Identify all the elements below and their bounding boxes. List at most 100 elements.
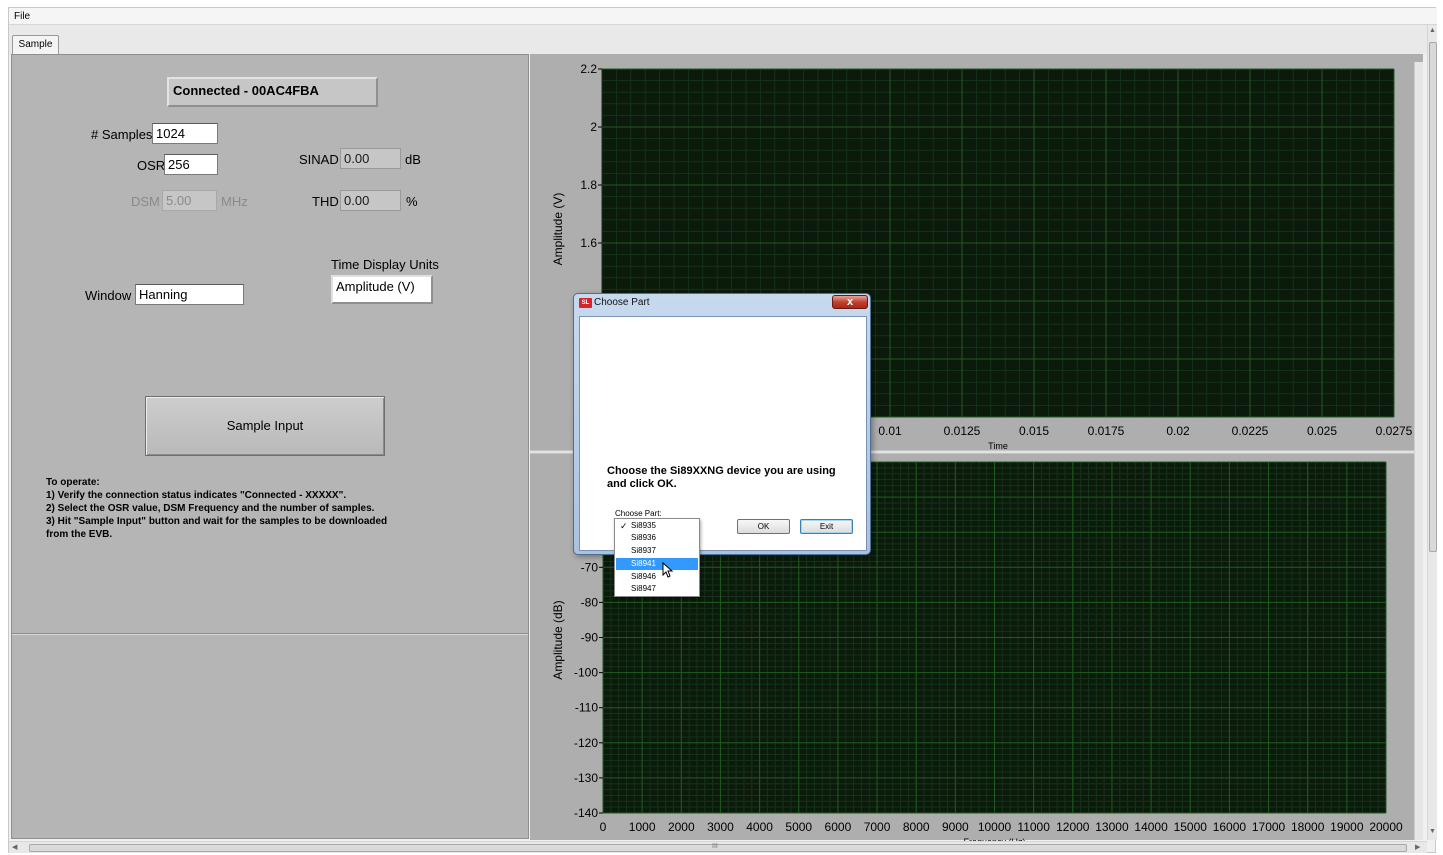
x-tick-label: 14000 [1134, 820, 1168, 834]
x-tick-label: 10000 [978, 820, 1012, 834]
sinad-label: SINAD [299, 152, 339, 167]
x-tick-label: 20000 [1369, 820, 1403, 834]
part-dropdown-list: ✓ Si8935 Si8936 Si8937 Si8941 Si8946 Si89… [614, 518, 700, 597]
x-tick-label: 0.0125 [944, 424, 981, 438]
x-tick-label: 2000 [668, 820, 695, 834]
silabs-logo-icon: SL [579, 298, 592, 308]
x-tick-label: 17000 [1252, 820, 1286, 834]
y-tick-label: -130 [574, 771, 598, 785]
dialog-message: Choose the Si89XXNG device you are using… [607, 465, 836, 490]
samples-label: # Samples [91, 127, 153, 142]
dialog-title: Choose Part [594, 297, 650, 308]
osr-label: OSR [137, 158, 166, 173]
scroll-up-icon[interactable]: ▲ [1429, 27, 1436, 34]
y-tick-label: -120 [574, 736, 598, 750]
time-units-label: Time Display Units [331, 257, 439, 272]
y-axis-label: Amplitude (V) [551, 193, 565, 266]
y-axis-label: Amplitude (dB) [551, 600, 565, 679]
check-icon: ✓ [620, 521, 628, 531]
x-tick-label: 8000 [903, 820, 930, 834]
sample-input-button[interactable]: Sample Input [145, 396, 385, 456]
x-tick-label: 0 [600, 820, 607, 834]
y-tick-label: 1.8 [580, 178, 597, 192]
time-units-select[interactable]: Amplitude (V) [331, 275, 433, 304]
y-tick-label: 2 [590, 120, 597, 134]
menu-file[interactable]: File [14, 11, 30, 22]
x-tick-label: 0.015 [1019, 424, 1049, 438]
instructions: To operate: 1) Verify the connection sta… [46, 476, 446, 541]
x-tick-label: 5000 [785, 820, 812, 834]
osr-input[interactable]: 256 [164, 154, 218, 175]
dialog-body: Choose the Si89XXNG device you are using… [579, 316, 867, 551]
window-select[interactable]: Hanning [135, 284, 244, 305]
graph-scrollbar[interactable] [1414, 62, 1423, 840]
x-tick-label: 19000 [1330, 820, 1364, 834]
part-option[interactable]: Si8946 [616, 571, 698, 583]
scroll-left-icon[interactable]: ◀ [12, 843, 17, 851]
instructions-line: 1) Verify the connection status indicate… [46, 490, 347, 501]
y-tick-label: -110 [575, 701, 598, 715]
x-tick-label: 13000 [1095, 820, 1129, 834]
horizontal-scrollbar[interactable]: ◀ III ▶ [9, 841, 1427, 853]
x-tick-label: 0.0275 [1376, 424, 1413, 438]
x-tick-label: 4000 [746, 820, 773, 834]
y-tick-label: -140 [574, 806, 598, 820]
part-option[interactable]: Si8947 [616, 583, 698, 595]
x-tick-label: 1000 [629, 820, 656, 834]
panel-divider [12, 633, 528, 635]
instructions-line: To operate: [46, 477, 100, 488]
thd-value: 0.00 [340, 190, 401, 211]
ok-button[interactable]: OK [737, 519, 790, 534]
menu-bar: File [9, 8, 1437, 25]
x-tick-label: 12000 [1056, 820, 1090, 834]
dsm-input: 5.00 [162, 190, 217, 211]
x-tick-label: 0.01 [878, 424, 902, 438]
x-tick-label: 3000 [707, 820, 734, 834]
exit-button[interactable]: Exit [800, 519, 853, 534]
x-tick-label: 16000 [1213, 820, 1247, 834]
connection-status: Connected - 00AC4FBA [167, 77, 378, 107]
y-tick-label: 1.6 [580, 236, 597, 250]
x-tick-label: 15000 [1174, 820, 1208, 834]
x-tick-label: 6000 [825, 820, 852, 834]
x-tick-label: 7000 [864, 820, 891, 834]
mouse-cursor-icon [662, 561, 674, 578]
y-tick-label: -100 [574, 666, 598, 680]
x-tick-label: 0.0225 [1232, 424, 1269, 438]
tab-strip: Sample [9, 25, 1427, 56]
part-option[interactable]: Si8936 [616, 532, 698, 544]
dsm-label: DSM [131, 194, 160, 209]
dsm-unit: MHz [221, 194, 248, 209]
part-option[interactable]: Si8937 [616, 545, 698, 557]
samples-input[interactable]: 1024 [152, 123, 218, 144]
part-option-selected[interactable]: Si8941 [616, 558, 698, 570]
choose-part-label: Choose Part: [615, 509, 662, 518]
y-tick-label: -70 [581, 560, 599, 574]
control-panel: Connected - 00AC4FBA # Samples 1024 OSR … [11, 54, 529, 839]
close-button[interactable]: x [832, 295, 868, 309]
x-tick-label: 0.025 [1307, 424, 1337, 438]
x-tick-label: 18000 [1291, 820, 1325, 834]
scroll-down-icon[interactable]: ▼ [1429, 828, 1436, 835]
part-option[interactable]: ✓ Si8935 [616, 520, 698, 532]
thd-unit: % [406, 194, 418, 209]
scroll-right-icon[interactable]: ▶ [1415, 843, 1420, 851]
horizontal-scroll-thumb[interactable]: III [29, 843, 1407, 852]
sinad-unit: dB [405, 152, 421, 167]
instructions-line: 2) Select the OSR value, DSM Frequency a… [46, 503, 375, 514]
sinad-value: 0.00 [340, 148, 401, 169]
x-tick-label: 0.0175 [1088, 424, 1125, 438]
vertical-scroll-thumb[interactable] [1429, 42, 1437, 552]
instructions-line: 3) Hit "Sample Input" button and wait fo… [46, 516, 388, 527]
scroll-grip: III [712, 843, 718, 850]
y-tick-label: -80 [581, 595, 599, 609]
x-tick-label: 0.02 [1166, 424, 1190, 438]
instructions-line: from the EVB. [46, 529, 113, 540]
vertical-scrollbar[interactable]: ▲ ▼ [1427, 25, 1437, 840]
y-tick-label: -90 [581, 631, 599, 645]
window-label: Window [85, 288, 132, 303]
choose-part-dialog: SL Choose Part x Choose the Si89XXNG dev… [573, 293, 871, 555]
tab-sample[interactable]: Sample [12, 35, 59, 56]
x-tick-label: 9000 [942, 820, 969, 834]
x-tick-label: 11000 [1017, 820, 1050, 834]
